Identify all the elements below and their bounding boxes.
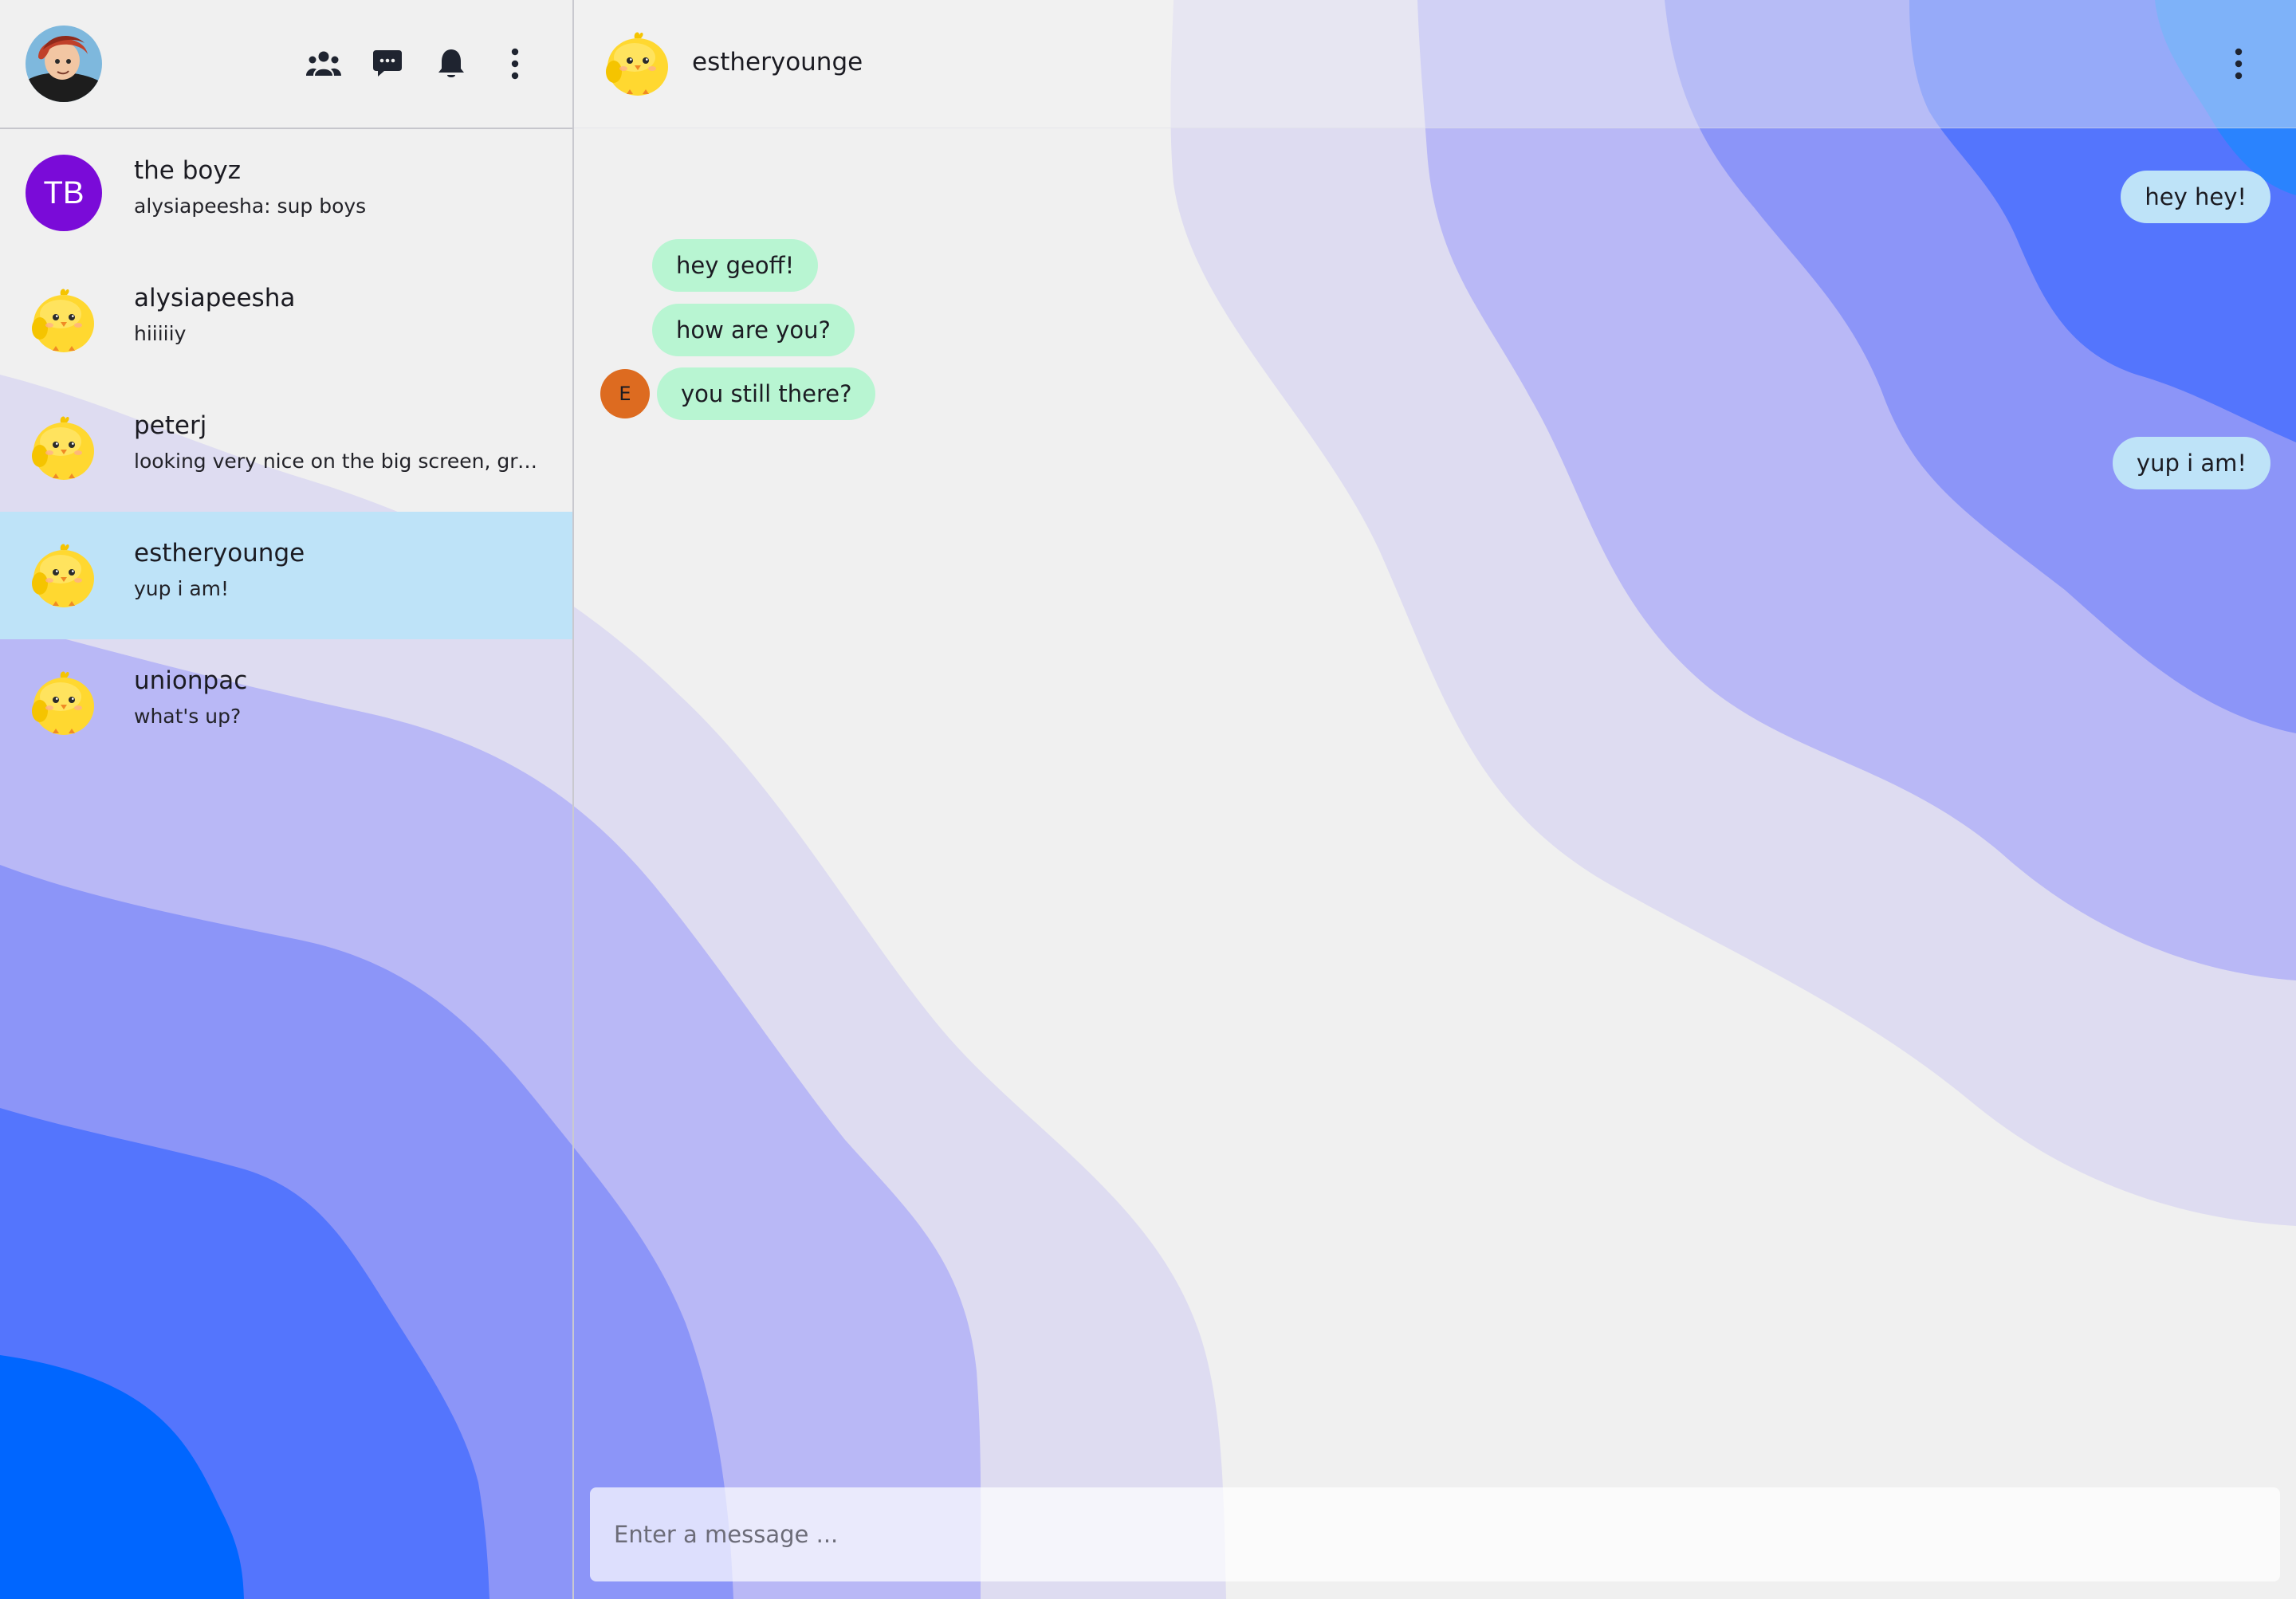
chat-list: TB the boyz alysiapeesha: sup boys alysi…	[0, 129, 572, 767]
message-bubble-outgoing: yup i am!	[2112, 437, 2270, 489]
message-bubble-incoming: how are you?	[652, 304, 855, 356]
chat-preview: what's up?	[134, 705, 242, 728]
user-avatar-image	[26, 26, 102, 102]
chick-icon-glyph	[606, 32, 668, 96]
chat-name: estheryounge	[134, 539, 305, 568]
message-bubble-outgoing: hey hey!	[2121, 171, 2270, 223]
chat-preview: alysiapeesha: sup boys	[134, 194, 367, 218]
more-vertical-icon-glyph	[2235, 48, 2243, 80]
chat-item-the-boyz[interactable]: TB the boyz alysiapeesha: sup boys	[0, 129, 572, 257]
sidebar: TB the boyz alysiapeesha: sup boys alysi…	[0, 0, 574, 1599]
chat-bubble-icon-glyph	[373, 50, 402, 77]
chick-icon-glyph	[32, 289, 94, 352]
conversation-pane: estheryounge hey hey! hey geoff! how are…	[574, 0, 2296, 1599]
chick-icon-glyph	[32, 671, 94, 735]
chick-icon-glyph	[32, 416, 94, 480]
more-vertical-icon-glyph	[511, 48, 519, 80]
chat-item-peterj[interactable]: peterj looking very nice on the big scre…	[0, 384, 572, 512]
more-vertical-icon[interactable]	[2219, 45, 2258, 83]
chat-name: the boyz	[134, 156, 241, 185]
more-vertical-icon[interactable]	[496, 45, 534, 83]
chat-preview: hiiiiiy	[134, 322, 187, 345]
group-avatar: TB	[26, 155, 102, 231]
chick-avatar-icon	[26, 665, 102, 741]
message-input[interactable]	[590, 1487, 2280, 1581]
chat-app: TB the boyz alysiapeesha: sup boys alysi…	[0, 0, 2296, 1599]
chat-item-estheryounge[interactable]: estheryounge yup i am!	[0, 512, 572, 639]
chick-avatar-icon	[26, 537, 102, 614]
chick-avatar-icon[interactable]	[600, 26, 676, 102]
bell-icon-glyph	[438, 49, 464, 77]
chat-item-unionpac[interactable]: unionpac what's up?	[0, 639, 572, 767]
chat-name: alysiapeesha	[134, 284, 296, 312]
user-profile-avatar[interactable]	[26, 26, 102, 102]
chat-preview: looking very nice on the big screen, gre…	[134, 450, 548, 473]
groups-icon-glyph	[306, 51, 341, 76]
chat-bubble-icon[interactable]	[368, 45, 407, 83]
chick-icon-glyph	[32, 544, 94, 607]
chick-avatar-icon	[26, 410, 102, 486]
chick-avatar-icon	[26, 282, 102, 359]
conversation-title: estheryounge	[692, 48, 863, 77]
chat-name: peterj	[134, 411, 207, 440]
message-bubble-incoming: you still there?	[657, 367, 876, 420]
sender-avatar: E	[600, 369, 650, 418]
sidebar-header	[0, 0, 572, 129]
conversation-header: estheryounge	[574, 0, 2296, 128]
groups-icon[interactable]	[305, 45, 343, 83]
chat-item-alysiapeesha[interactable]: alysiapeesha hiiiiiy	[0, 257, 572, 384]
chat-preview: yup i am!	[134, 577, 230, 600]
bell-icon[interactable]	[432, 45, 470, 83]
chat-name: unionpac	[134, 666, 248, 695]
message-bubble-incoming: hey geoff!	[652, 239, 819, 292]
